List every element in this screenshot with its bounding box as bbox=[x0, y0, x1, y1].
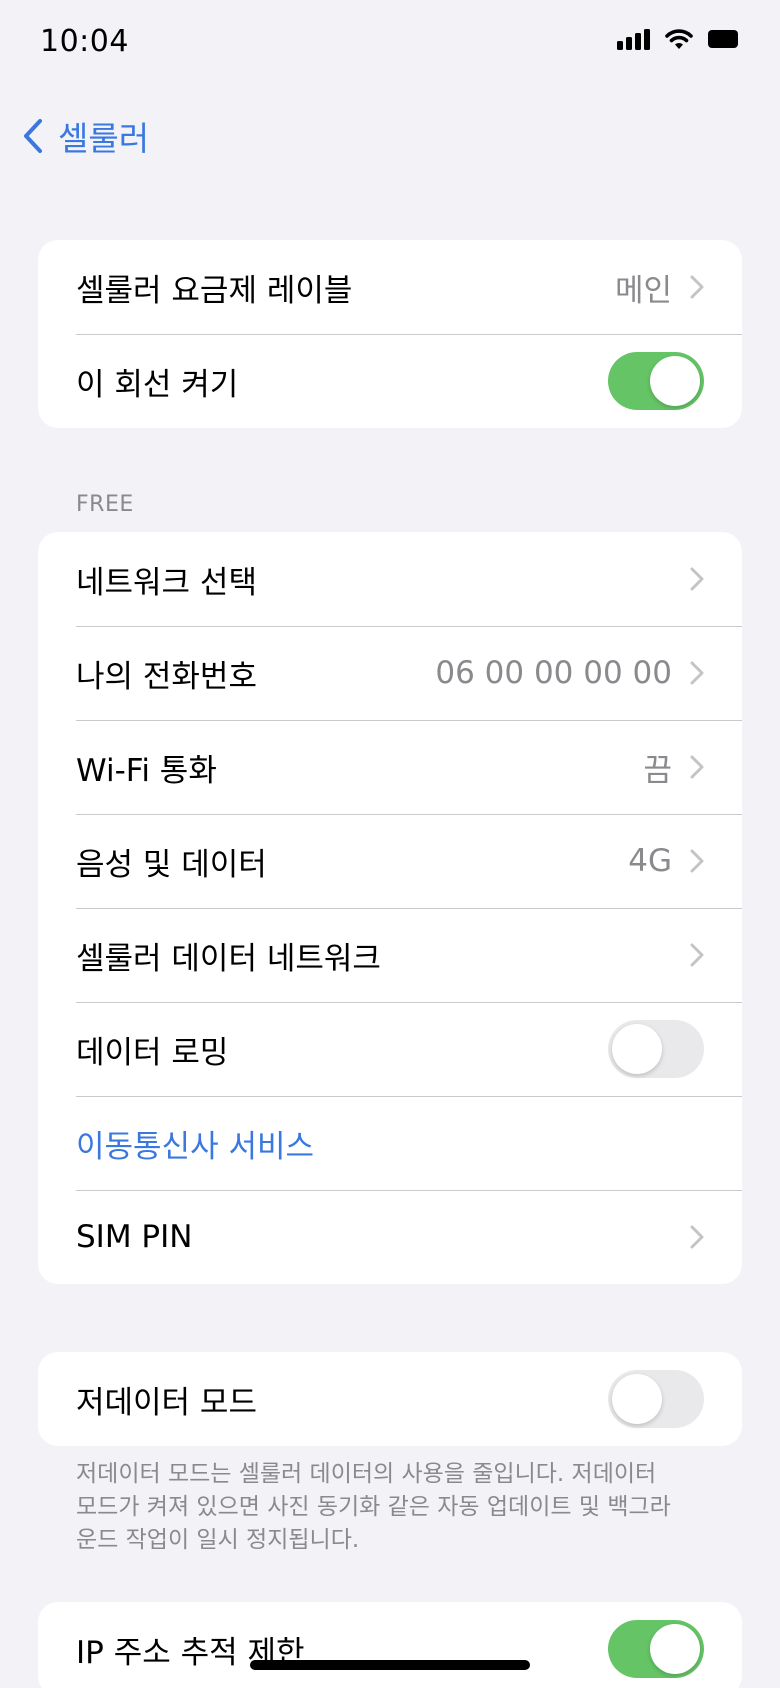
sim-pin-row[interactable]: SIM PIN bbox=[38, 1190, 742, 1284]
chevron-right-icon bbox=[690, 755, 704, 779]
chevron-right-icon bbox=[690, 943, 704, 967]
low-data-mode-toggle[interactable] bbox=[608, 1370, 704, 1428]
section-header: FREE bbox=[76, 492, 134, 517]
data-roaming-toggle[interactable] bbox=[608, 1020, 704, 1078]
ip-tracking-group: IP 주소 추적 제한 bbox=[38, 1602, 742, 1688]
row-value: 4G bbox=[628, 843, 672, 879]
back-button[interactable]: 셀룰러 bbox=[22, 112, 149, 160]
my-number-row[interactable]: 나의 전화번호 06 00 00 00 00 bbox=[38, 626, 742, 720]
row-label: 데이터 로밍 bbox=[76, 1034, 229, 1071]
row-label: 네트워크 선택 bbox=[76, 564, 257, 601]
row-label: 이 회선 켜기 bbox=[76, 366, 239, 403]
turn-on-line-toggle[interactable] bbox=[608, 352, 704, 410]
status-bar: 10:04 bbox=[0, 0, 780, 86]
status-time: 10:04 bbox=[40, 24, 129, 59]
row-label: 나의 전화번호 bbox=[76, 658, 257, 695]
chevron-right-icon bbox=[690, 275, 704, 299]
row-label: 셀룰러 데이터 네트워크 bbox=[76, 940, 381, 977]
limit-ip-tracking-row: IP 주소 추적 제한 bbox=[38, 1602, 742, 1688]
cellular-data-network-row[interactable]: 셀룰러 데이터 네트워크 bbox=[38, 908, 742, 1002]
row-label: 셀룰러 요금제 레이블 bbox=[76, 272, 353, 309]
network-selection-row[interactable]: 네트워크 선택 bbox=[38, 532, 742, 626]
voice-data-row[interactable]: 음성 및 데이터 4G bbox=[38, 814, 742, 908]
row-label: 음성 및 데이터 bbox=[76, 846, 267, 883]
low-data-mode-row: 저데이터 모드 bbox=[38, 1352, 742, 1446]
plan-group: 셀룰러 요금제 레이블 메인 이 회선 켜기 bbox=[38, 240, 742, 428]
carrier-services-link[interactable]: 이동통신사 서비스 bbox=[76, 1121, 704, 1166]
status-icons bbox=[617, 28, 738, 50]
row-label: Wi-Fi 통화 bbox=[76, 752, 217, 789]
low-data-footer-note: 저데이터 모드는 셀룰러 데이터의 사용을 줄입니다. 저데이터 모드가 켜져 … bbox=[76, 1461, 671, 1553]
row-value: 06 00 00 00 00 bbox=[435, 655, 672, 691]
row-label: SIM PIN bbox=[76, 1219, 193, 1255]
wifi-icon bbox=[665, 29, 693, 49]
back-label: 셀룰러 bbox=[58, 119, 150, 158]
chevron-left-icon bbox=[24, 119, 42, 153]
carrier-services-row[interactable]: 이동통신사 서비스 bbox=[38, 1096, 742, 1190]
row-value: 끔 bbox=[643, 752, 672, 789]
wifi-calling-row[interactable]: Wi-Fi 통화 끔 bbox=[38, 720, 742, 814]
cellular-plan-label-row[interactable]: 셀룰러 요금제 레이블 메인 bbox=[38, 240, 742, 334]
carrier-group: 네트워크 선택 나의 전화번호 06 00 00 00 00 Wi-Fi 통화 … bbox=[38, 532, 742, 1284]
turn-on-line-row: 이 회선 켜기 bbox=[38, 334, 742, 428]
chevron-right-icon bbox=[690, 1225, 704, 1249]
chevron-right-icon bbox=[690, 849, 704, 873]
data-roaming-row: 데이터 로밍 bbox=[38, 1002, 742, 1096]
chevron-right-icon bbox=[690, 567, 704, 591]
row-value: 메인 bbox=[614, 272, 672, 309]
low-data-group: 저데이터 모드 bbox=[38, 1352, 742, 1446]
chevron-right-icon bbox=[690, 661, 704, 685]
settings-screen: 10:04 셀룰러 셀룰러 요금제 레이블 메인 이 회선 켜기 FREE 네트… bbox=[0, 0, 780, 1688]
home-indicator[interactable] bbox=[250, 1660, 530, 1670]
nav-bar: 셀룰러 bbox=[0, 100, 780, 164]
battery-icon bbox=[708, 30, 738, 48]
cellular-signal-icon bbox=[617, 28, 650, 50]
row-label: 저데이터 모드 bbox=[76, 1384, 257, 1421]
limit-ip-tracking-toggle[interactable] bbox=[608, 1620, 704, 1678]
